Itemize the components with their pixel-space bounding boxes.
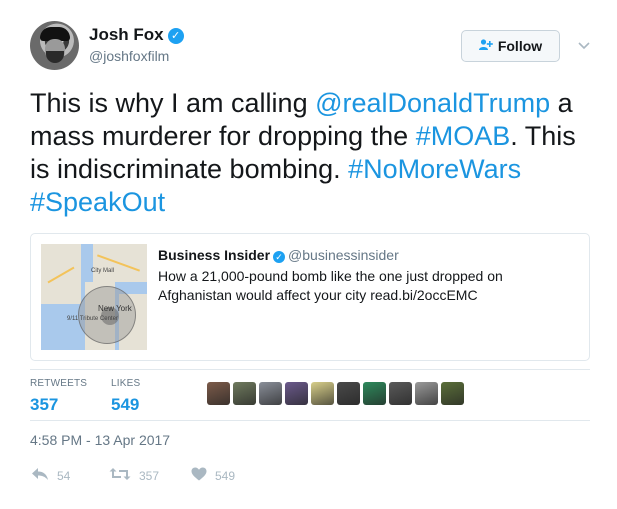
liker-avatar[interactable] [363, 382, 386, 405]
follow-person-plus-icon [478, 38, 493, 54]
map-label: 9/11 Tribute Center [67, 316, 118, 322]
liker-avatar[interactable] [389, 382, 412, 405]
hashtag-link[interactable]: #SpeakOut [30, 187, 165, 217]
author-avatar[interactable] [30, 21, 79, 70]
liker-avatar[interactable] [233, 382, 256, 405]
tweet-text-segment: This is why I am calling [30, 88, 316, 118]
follow-button[interactable]: Follow [461, 30, 560, 62]
tweet-timestamp[interactable]: 4:58 PM - 13 Apr 2017 [30, 432, 170, 448]
follow-button-label: Follow [497, 38, 543, 54]
author-handle[interactable]: @joshfoxfilm [89, 48, 169, 64]
liker-avatar[interactable] [441, 382, 464, 405]
liker-avatar[interactable] [259, 382, 282, 405]
quoted-verified-badge-icon: ✓ [273, 251, 286, 263]
author-name[interactable]: Josh Fox ✓ [89, 25, 184, 45]
hashtag-link[interactable]: #MOAB [416, 121, 511, 151]
divider [30, 369, 590, 370]
liker-avatar[interactable] [415, 382, 438, 405]
liker-avatar[interactable] [337, 382, 360, 405]
likes-label: LIKES [111, 378, 141, 389]
liker-avatar[interactable] [285, 382, 308, 405]
retweet-button[interactable]: 357 [109, 466, 159, 486]
map-label: City Mall [91, 268, 115, 274]
quoted-author-name[interactable]: Business Insider [158, 247, 270, 263]
map-thumbnail-image[interactable]: City Mall New York 9/11 Tribute Center [41, 244, 147, 350]
liker-avatar[interactable] [207, 382, 230, 405]
reply-count: 54 [57, 469, 71, 483]
quoted-tweet-text: How a 21,000-pound bomb like the one jus… [158, 268, 503, 303]
reply-button[interactable]: 54 [31, 466, 70, 486]
divider [30, 420, 590, 421]
retweets-label: RETWEETS [30, 378, 88, 389]
liker-avatar[interactable] [311, 382, 334, 405]
retweets-stat[interactable]: RETWEETS 357 [30, 378, 87, 415]
like-button[interactable]: 549 [191, 466, 235, 486]
quoted-tweet[interactable]: City Mall New York 9/11 Tribute Center B… [30, 233, 590, 361]
liker-avatars [207, 382, 464, 405]
quoted-tweet-header: Business Insider ✓ @businessinsider [158, 247, 399, 263]
blast-radius-circle [78, 286, 136, 344]
quoted-author-handle[interactable]: @businessinsider [288, 247, 399, 263]
likes-count: 549 [111, 395, 140, 414]
author-name-text[interactable]: Josh Fox [89, 25, 164, 44]
reply-icon [31, 466, 49, 486]
hashtag-link[interactable]: #NoMoreWars [348, 154, 521, 184]
map-label: New York [98, 304, 132, 313]
mention-link[interactable]: @realDonaldTrump [315, 88, 550, 118]
retweets-count: 357 [30, 395, 59, 414]
likes-stat[interactable]: LIKES 549 [111, 378, 140, 415]
avatar-beard [46, 51, 64, 63]
chevron-down-icon[interactable] [578, 38, 590, 53]
like-count: 549 [215, 469, 236, 483]
retweet-icon [109, 466, 131, 486]
tweet-text: This is why I am calling @realDonaldTrum… [30, 87, 590, 219]
verified-badge-icon: ✓ [167, 28, 184, 44]
heart-icon [191, 466, 207, 486]
retweet-count: 357 [139, 469, 160, 483]
